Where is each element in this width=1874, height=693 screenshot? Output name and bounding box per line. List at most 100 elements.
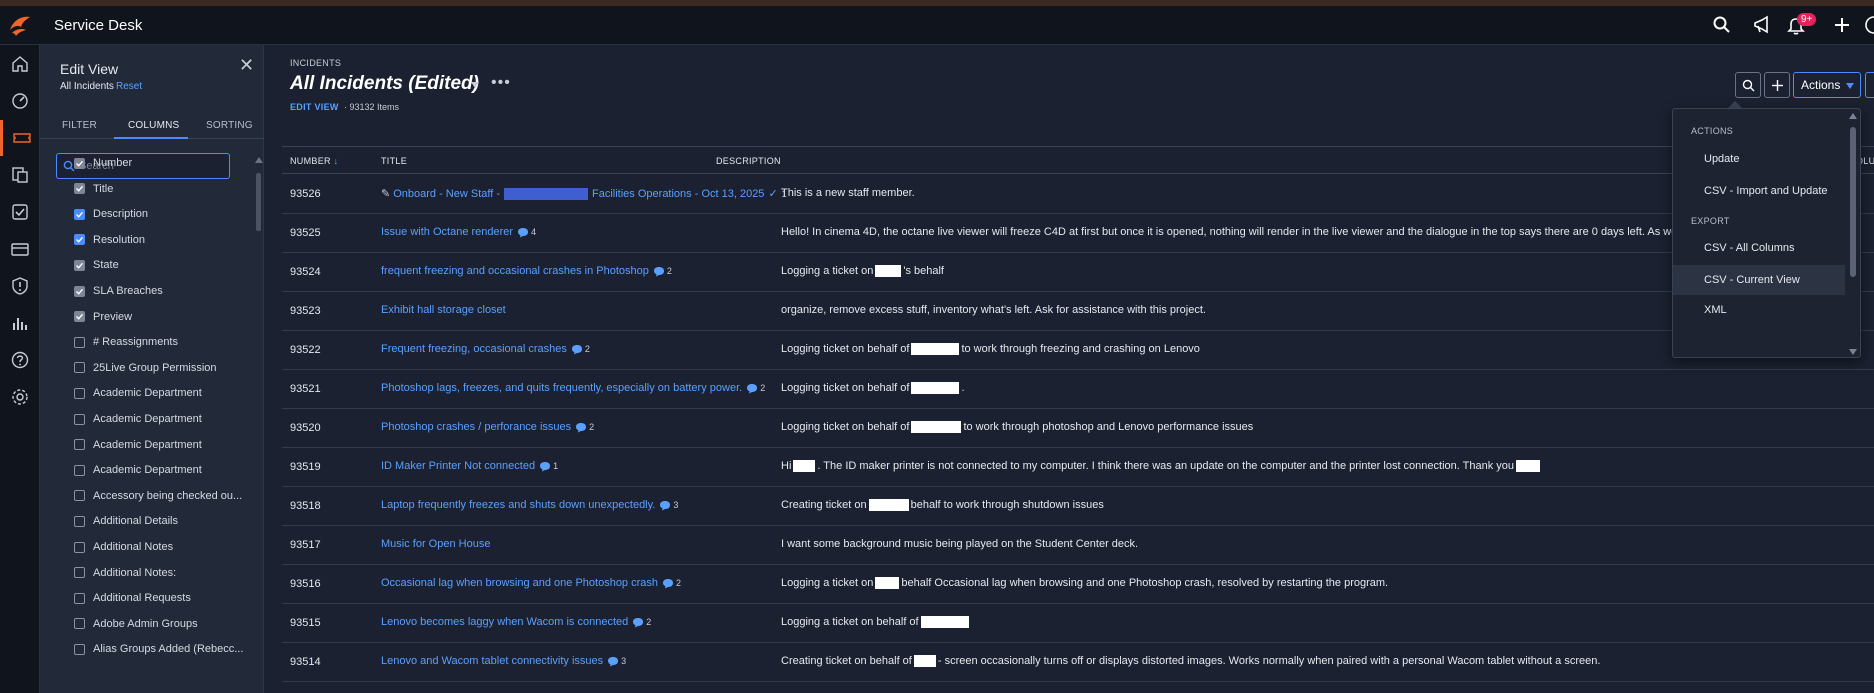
search-button[interactable] [1735, 72, 1761, 98]
header-description[interactable]: DESCRIPTION [716, 156, 781, 166]
tab-columns[interactable]: COLUMNS [128, 120, 179, 131]
nav-catalog[interactable] [0, 231, 40, 267]
column-checkbox[interactable] [74, 643, 85, 655]
table-row[interactable]: 93523 Exhibit hall storage closet organize… [282, 292, 1874, 331]
column-option[interactable]: Additional Details [74, 513, 178, 529]
incident-title-link[interactable]: Issue with Octane renderer 4 [381, 226, 536, 238]
column-option[interactable]: SLA Breaches [74, 283, 163, 299]
incident-title-link[interactable]: Photoshop lags, freezes, and quits frequ… [381, 382, 765, 394]
column-option[interactable]: Preview [74, 309, 132, 325]
table-row[interactable]: 93522 Frequent freezing, occasional crash… [282, 331, 1874, 370]
add-button[interactable] [1764, 72, 1790, 98]
column-checkbox[interactable] [74, 285, 85, 297]
scroll-down-icon[interactable] [1849, 349, 1857, 355]
column-checkbox[interactable] [74, 183, 85, 195]
plus-icon[interactable] [1832, 15, 1852, 40]
nav-tasks[interactable] [0, 194, 40, 230]
incident-title-link[interactable]: ID Maker Printer Not connected 1 [381, 460, 558, 472]
header-title[interactable]: TITLE [381, 156, 407, 166]
table-row[interactable]: 93517 Music for Open House I want some bac… [282, 526, 1874, 565]
scrollbar-thumb[interactable] [256, 173, 261, 231]
chevron-down-icon[interactable] [471, 82, 479, 88]
table-row[interactable]: 93524 frequent freezing and occasional cr… [282, 253, 1874, 292]
scroll-up-icon[interactable] [1849, 113, 1857, 119]
menu-item-xml[interactable]: XML [1673, 295, 1845, 325]
header-number[interactable]: NUMBER ↓ [290, 156, 338, 166]
nav-tickets[interactable] [0, 120, 40, 156]
tab-sorting[interactable]: SORTING [206, 120, 253, 131]
incident-title-link[interactable]: frequent freezing and occasional crashes… [381, 265, 672, 277]
incident-title-link[interactable]: Frequent freezing, occasional crashes 2 [381, 343, 590, 355]
nav-home[interactable] [0, 46, 40, 82]
incident-title-link[interactable]: Lenovo becomes laggy when Wacom is conne… [381, 616, 651, 628]
user-avatar[interactable] [1864, 15, 1874, 40]
incident-title-link[interactable]: Exhibit hall storage closet [381, 304, 506, 316]
column-checkbox[interactable] [74, 439, 85, 451]
table-row[interactable]: 93526 ✎ Onboard - New Staff - Facilities Op… [282, 175, 1874, 214]
column-option[interactable]: 25Live Group Permission [74, 360, 217, 376]
overflow-button[interactable] [1865, 72, 1874, 98]
menu-item-csv-import-update[interactable]: CSV - Import and Update [1673, 176, 1845, 206]
column-checkbox[interactable] [74, 234, 85, 246]
column-option[interactable]: Number [74, 155, 132, 171]
nav-settings[interactable] [0, 379, 40, 415]
column-checkbox[interactable] [74, 618, 85, 630]
column-checkbox[interactable] [74, 592, 85, 604]
column-option[interactable]: Adobe Admin Groups [74, 616, 198, 632]
nav-reports[interactable] [0, 305, 40, 341]
column-option[interactable]: Academic Department [74, 385, 202, 401]
scroll-up-icon[interactable] [255, 157, 263, 163]
incident-title-link[interactable]: Music for Open House [381, 538, 490, 550]
incident-title-link[interactable]: Lenovo and Wacom tablet connectivity iss… [381, 655, 626, 667]
column-checkbox[interactable] [74, 157, 85, 169]
column-checkbox[interactable] [74, 362, 85, 374]
megaphone-icon[interactable] [1752, 15, 1772, 40]
column-checkbox[interactable] [74, 413, 85, 425]
column-option[interactable]: Additional Requests [74, 590, 191, 606]
column-option[interactable]: Description [74, 206, 148, 222]
search-icon[interactable] [1712, 15, 1732, 40]
nav-assets[interactable] [0, 157, 40, 193]
incident-title-link[interactable]: Laptop frequently freezes and shuts down… [381, 499, 678, 511]
table-row[interactable]: 93518 Laptop frequently freezes and shuts… [282, 487, 1874, 526]
incident-title-link[interactable]: Photoshop crashes / perforance issues 2 [381, 421, 594, 433]
table-row[interactable]: 93519 ID Maker Printer Not connected 1 Hi . … [282, 448, 1874, 487]
column-option[interactable]: Accessory being checked ou... [74, 488, 242, 504]
table-row[interactable]: 93515 Lenovo becomes laggy when Wacom is … [282, 604, 1874, 643]
tab-filter[interactable]: FILTER [62, 120, 97, 131]
column-checkbox[interactable] [74, 259, 85, 271]
table-row[interactable]: 93521 Photoshop lags, freezes, and quits … [282, 370, 1874, 409]
column-checkbox[interactable] [74, 567, 85, 579]
column-option[interactable]: Academic Department [74, 437, 202, 453]
column-option[interactable]: Academic Department [74, 411, 202, 427]
column-option[interactable]: Alias Groups Added (Rebecc... [74, 641, 243, 657]
close-icon[interactable]: ✕ [239, 55, 254, 76]
breadcrumb[interactable]: INCIDENTS [290, 58, 341, 68]
column-option[interactable]: Additional Notes [74, 539, 173, 555]
table-row[interactable]: 93514 Lenovo and Wacom tablet connectivit… [282, 643, 1874, 682]
column-checkbox[interactable] [74, 387, 85, 399]
column-checkbox[interactable] [74, 515, 85, 527]
edit-view-link[interactable]: EDIT VIEW [290, 102, 339, 112]
table-row[interactable]: 93520 Photoshop crashes / perforance issu… [282, 409, 1874, 448]
menu-item-csv-current-view[interactable]: CSV - Current View [1673, 265, 1845, 295]
table-row[interactable]: 93525 Issue with Octane renderer 4 Hello! I… [282, 214, 1874, 253]
table-row[interactable]: 93516 Occasional lag when browsing and on… [282, 565, 1874, 604]
nav-security[interactable] [0, 268, 40, 304]
column-option[interactable]: Resolution [74, 232, 145, 248]
column-option[interactable]: Additional Notes: [74, 565, 176, 581]
column-option[interactable]: State [74, 257, 119, 273]
nav-help[interactable] [0, 342, 40, 378]
column-option[interactable]: # Reassignments [74, 334, 178, 350]
column-checkbox[interactable] [74, 336, 85, 348]
column-checkbox[interactable] [74, 541, 85, 553]
page-title[interactable]: All Incidents (Edited) [290, 73, 479, 95]
column-option[interactable]: Academic Department [74, 462, 202, 478]
actions-button[interactable]: Actions [1793, 72, 1861, 98]
column-checkbox[interactable] [74, 464, 85, 476]
menu-item-update[interactable]: Update [1673, 144, 1845, 174]
more-options-icon[interactable]: ••• [491, 74, 511, 92]
brand-logo[interactable] [8, 14, 32, 38]
column-checkbox[interactable] [74, 490, 85, 502]
scrollbar-thumb[interactable] [1850, 127, 1856, 277]
